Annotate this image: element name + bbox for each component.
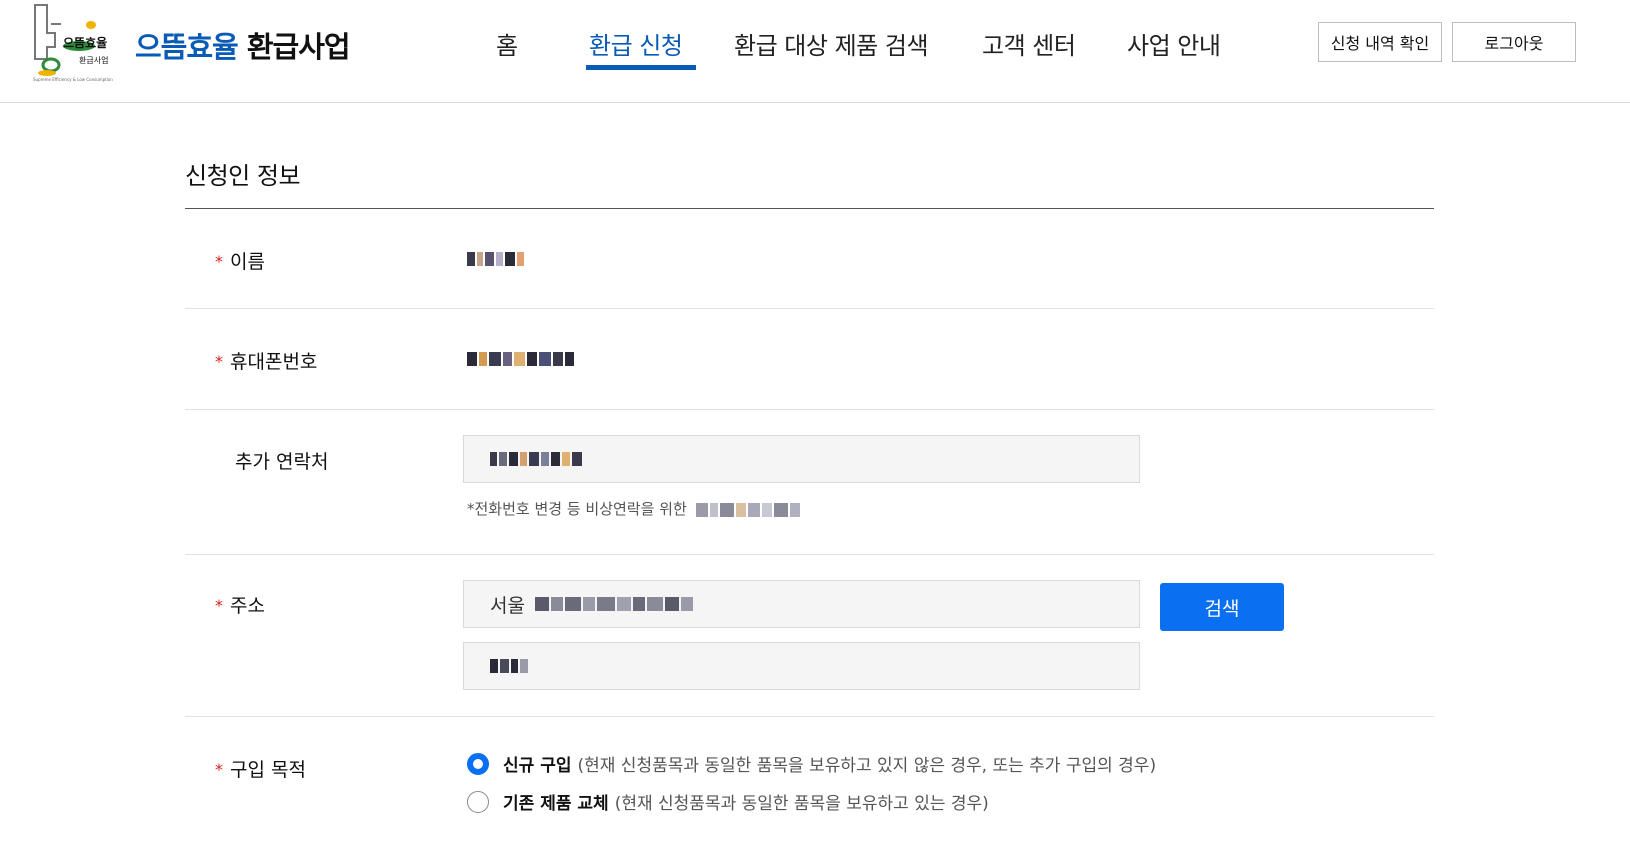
logo-tagline: Supreme Efficiency & Low Consumption [33,77,113,82]
phone-value-redacted [467,350,574,368]
phone-label: * 휴대폰번호 [215,347,317,374]
row-divider [185,716,1434,717]
section-title: 신청인 정보 [185,162,301,190]
address-value-prefix: 서울 [490,594,525,617]
required-mark: * [215,596,223,615]
extra-contact-value-redacted [490,450,582,468]
radio-unselected-icon[interactable] [467,790,489,813]
purpose-option-new[interactable]: 신규 구입 (현재 신청품목과 동일한 품목을 보유하고 있지 않은 경우, 또… [467,751,1156,776]
purpose-option-new-label: 신규 구입 [503,756,572,776]
name-label: * 이름 [215,247,265,274]
purpose-option-replace-desc: (현재 신청품목과 동일한 품목을 보유하고 있는 경우) [614,794,989,814]
required-mark: * [215,760,223,779]
nav-apply-refund[interactable]: 환급 신청 [589,26,683,61]
nav-product-search[interactable]: 환급 대상 제품 검색 [734,26,929,61]
logo-small-text-1: 으뜸효율 [63,36,107,50]
row-divider [185,308,1434,309]
address-search-button[interactable]: 검색 [1160,583,1284,631]
row-divider [185,409,1434,410]
purpose-option-new-desc: (현재 신청품목과 동일한 품목을 보유하고 있지 않은 경우, 또는 추가 구… [577,756,1157,776]
address-label: * 주소 [215,591,265,618]
site-title-black: 환급사업 [246,30,351,64]
extra-contact-hint-text: *전화번호 변경 등 비상연락을 위한 [467,500,687,518]
purpose-option-replace-label: 기존 제품 교체 [503,794,609,814]
site-title-blue: 으뜸효율 [135,30,239,64]
name-label-text: 이름 [230,251,265,273]
purpose-label-text: 구입 목적 [230,759,306,781]
phone-label-text: 휴대폰번호 [230,351,318,373]
name-value-redacted [467,250,524,268]
extra-contact-input[interactable] [463,435,1140,483]
application-history-button[interactable]: 신청 내역 확인 [1318,22,1442,62]
required-mark: * [215,252,223,271]
nav-business-info[interactable]: 사업 안내 [1127,26,1221,61]
nav-active-indicator [586,65,696,70]
logo-icon[interactable]: 으뜸효율 환급사업 Supreme Efficiency & Low Consu… [33,3,121,83]
address-label-text: 주소 [230,595,265,617]
purpose-label: * 구입 목적 [215,755,306,782]
extra-contact-hint: *전화번호 변경 등 비상연락을 위한 [467,498,800,519]
nav-customer-center[interactable]: 고객 센터 [982,26,1076,61]
row-divider [185,554,1434,555]
site-title[interactable]: 으뜸효율 환급사업 [135,24,351,66]
address-detail-redacted [490,657,528,675]
address-main-input[interactable]: 서울 [463,580,1140,628]
section-divider [185,208,1434,209]
address-detail-input[interactable] [463,642,1140,690]
address-value-redacted [534,595,693,613]
extra-contact-label: 추가 연락처 [235,451,329,473]
site-header: 으뜸효율 환급사업 Supreme Efficiency & Low Consu… [0,0,1630,103]
logo-small-text-2: 환급사업 [79,55,108,65]
purpose-option-replace[interactable]: 기존 제품 교체 (현재 신청품목과 동일한 품목을 보유하고 있는 경우) [467,789,989,814]
hint-redacted [695,501,800,519]
logout-button[interactable]: 로그아웃 [1452,22,1576,62]
required-mark: * [215,352,223,371]
nav-home[interactable]: 홈 [496,26,518,61]
radio-selected-icon[interactable] [467,752,489,775]
